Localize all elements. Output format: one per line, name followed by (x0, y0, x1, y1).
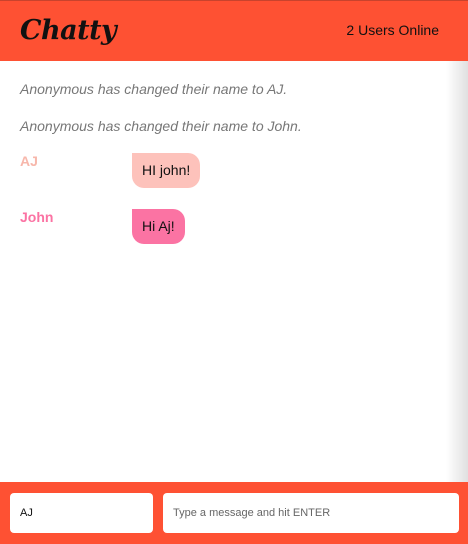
navbar: Chatty 2 Users Online (0, 0, 468, 61)
message-input[interactable] (163, 493, 459, 533)
username-input[interactable] (10, 493, 153, 533)
brand-logo[interactable]: Chatty (20, 14, 117, 48)
users-online-count: 2 Users Online (346, 22, 439, 38)
message-username: John (20, 209, 54, 225)
message-bubble: HI john! (132, 153, 201, 188)
system-notification: Anonymous has changed their name to AJ. (20, 81, 288, 97)
message-bubble: Hi Aj! (132, 209, 185, 244)
message-list: Anonymous has changed their name to AJ. … (0, 61, 468, 482)
chatbar (0, 482, 468, 544)
system-notification: Anonymous has changed their name to John… (20, 118, 302, 134)
message-username: AJ (20, 153, 38, 169)
chat-app: Chatty 2 Users Online Anonymous has chan… (0, 0, 468, 544)
